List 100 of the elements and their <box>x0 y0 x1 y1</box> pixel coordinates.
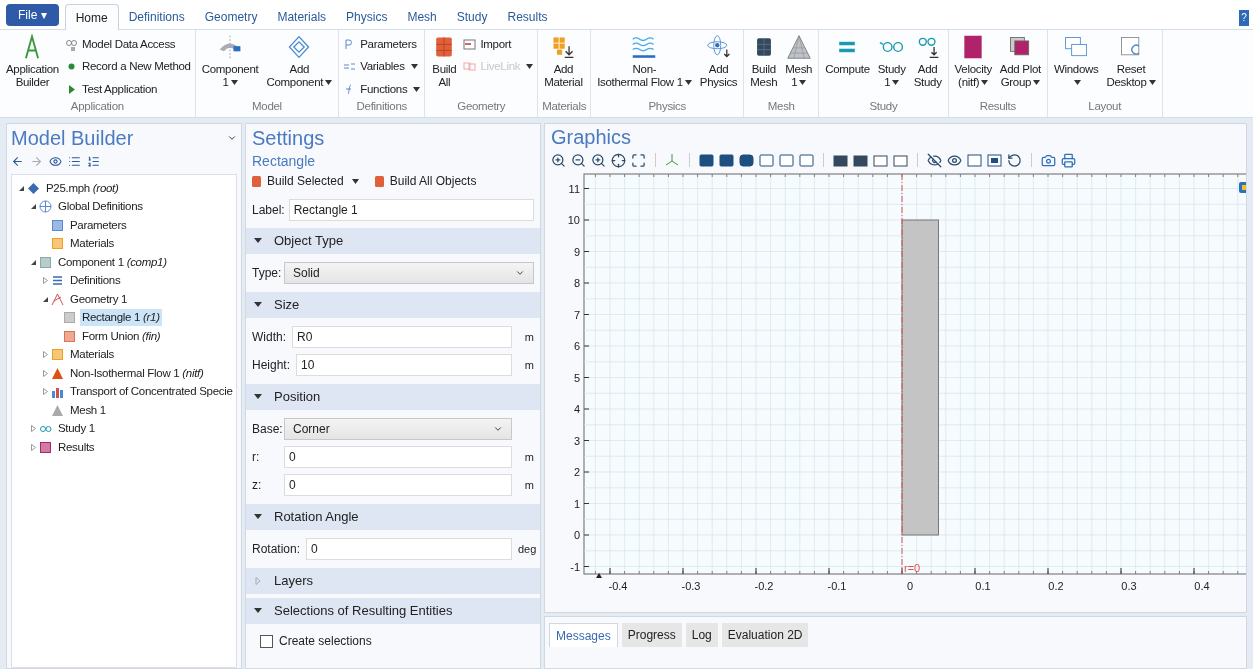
tree-item[interactable]: Component 1 (comp1) <box>56 253 169 271</box>
ribbon-menu-item[interactable]: Parameters <box>343 36 421 54</box>
input-field[interactable]: Rectangle 1 <box>288 199 534 221</box>
ribbon-button[interactable]: Application Builder <box>4 34 61 89</box>
menu-tab[interactable]: Results <box>497 4 558 30</box>
expand-arrow-icon[interactable] <box>30 425 37 433</box>
back-icon[interactable] <box>11 154 24 168</box>
ribbon-button[interactable]: Add Study <box>911 34 944 89</box>
panel-tab[interactable]: Progress <box>621 623 682 647</box>
zoom-extents-icon[interactable] <box>631 152 646 168</box>
ribbon-menu-item[interactable]: Test Application <box>64 80 191 98</box>
ribbon-button[interactable]: Component 1 <box>199 34 261 89</box>
menu-tab[interactable]: Geometry <box>194 4 268 30</box>
zoom-out-icon[interactable] <box>571 152 586 168</box>
input-field[interactable]: R0 <box>292 326 512 348</box>
menu-tab[interactable]: Mesh <box>397 4 447 30</box>
ribbon-button[interactable]: Build Mesh <box>748 34 780 89</box>
menu-tab[interactable]: Physics <box>336 4 398 30</box>
tree-item[interactable]: Transport of Concentrated Specie <box>68 383 235 401</box>
zoom-in-icon[interactable] <box>551 152 566 168</box>
tree-item[interactable]: Global Definitions <box>56 198 145 216</box>
print-icon[interactable] <box>1061 152 1076 168</box>
ribbon-button[interactable]: Non- Isothermal Flow 1 <box>595 34 694 89</box>
camera-icon[interactable] <box>1041 152 1056 168</box>
input-field[interactable]: 0 <box>284 446 512 468</box>
input-field[interactable]: 10 <box>296 354 512 376</box>
panel-menu-icon[interactable] <box>227 133 237 143</box>
selection-icon[interactable] <box>853 152 868 168</box>
toolbar-button[interactable]: Build Selected <box>252 172 359 190</box>
list-icon[interactable] <box>68 154 81 168</box>
reset-icon[interactable] <box>1007 152 1022 168</box>
menu-tab[interactable]: Materials <box>267 4 337 30</box>
eye-icon[interactable] <box>49 154 62 168</box>
toolbar-button[interactable]: Build All Objects <box>374 172 477 190</box>
tree-item[interactable]: Study 1 <box>56 420 97 438</box>
tree-item[interactable]: Geometry 1 <box>68 290 130 308</box>
ribbon-button[interactable]: Mesh 1 <box>783 34 815 89</box>
section-header[interactable]: Object Type <box>246 228 540 254</box>
axes-icon[interactable] <box>665 152 680 168</box>
expand-arrow-icon[interactable] <box>42 369 49 377</box>
tree-item[interactable]: Non-Isothermal Flow 1 (nitf) <box>68 364 206 382</box>
panel-tab[interactable]: Log <box>685 623 718 647</box>
expand-arrow-icon[interactable] <box>42 388 49 396</box>
section-header[interactable]: Selections of Resulting Entities <box>246 598 540 624</box>
crosshair-icon[interactable] <box>611 152 626 168</box>
section-header[interactable]: Rotation Angle <box>246 504 540 530</box>
ribbon-menu-item[interactable]: Model Data Access <box>64 36 191 54</box>
tree-item[interactable]: Mesh 1 <box>68 401 108 419</box>
tree-item[interactable]: Materials <box>68 346 116 364</box>
section-header[interactable]: Position <box>246 384 540 410</box>
render-mode-icon[interactable] <box>719 152 734 168</box>
ribbon-button[interactable]: Reset Desktop <box>1104 34 1158 89</box>
zoom-box-icon[interactable] <box>591 152 606 168</box>
expand-arrow-icon[interactable] <box>42 277 49 285</box>
menu-tab[interactable]: Definitions <box>118 4 195 30</box>
tree-item[interactable]: Rectangle 1 (r1) <box>80 309 162 327</box>
panel-tab[interactable]: Evaluation 2D <box>721 623 809 647</box>
checkbox[interactable] <box>260 634 273 648</box>
menu-tab[interactable]: Home <box>64 4 119 30</box>
section-header[interactable]: Size <box>246 292 540 318</box>
expand-arrow-icon[interactable] <box>42 351 49 359</box>
ribbon-button[interactable]: Windows <box>1051 34 1101 89</box>
panel-tab[interactable]: Messages <box>549 623 618 647</box>
dropdown[interactable]: Corner <box>284 418 512 440</box>
input-field[interactable]: 0 <box>306 538 512 560</box>
ribbon-button[interactable]: Add Component <box>264 34 335 89</box>
dropdown[interactable]: Solid <box>284 262 534 284</box>
ribbon-button[interactable]: Velocity (nitf) <box>952 34 994 89</box>
ribbon-button[interactable]: Study 1 <box>875 34 908 89</box>
ribbon-button[interactable]: Add Physics <box>697 34 740 89</box>
collapse-arrow-icon[interactable] <box>30 258 37 266</box>
help-button[interactable]: ? <box>1239 10 1249 26</box>
show-icon[interactable] <box>947 152 962 168</box>
tree-item[interactable]: Results <box>56 438 97 456</box>
selection-icon[interactable] <box>833 152 848 168</box>
input-field[interactable]: 0 <box>284 474 512 496</box>
collapse-arrow-icon[interactable] <box>42 295 49 303</box>
tree-item[interactable]: Definitions <box>68 272 123 290</box>
render-mode-icon[interactable] <box>739 152 754 168</box>
tree-item[interactable]: P25.mph (root) <box>44 179 121 197</box>
ribbon-menu-item[interactable]: Variables <box>343 58 421 76</box>
section-header[interactable]: Layers <box>246 568 540 594</box>
collapse-arrow-icon[interactable] <box>30 203 37 211</box>
tree-item[interactable]: Form Union (fin) <box>80 327 163 345</box>
collapse-arrow-icon[interactable] <box>18 184 25 192</box>
tree-item[interactable]: Parameters <box>68 216 129 234</box>
tree-item[interactable]: Materials <box>68 235 116 253</box>
ribbon-button[interactable]: Add Material <box>542 34 585 89</box>
ribbon-menu-item[interactable]: Record a New Method <box>64 58 191 76</box>
file-button[interactable]: File ▾ <box>6 4 59 26</box>
hide-icon[interactable] <box>927 152 942 168</box>
menu-tab[interactable]: Study <box>446 4 498 30</box>
ribbon-button[interactable]: Add Plot Group <box>997 34 1043 89</box>
ribbon-button[interactable]: Build All <box>429 34 460 89</box>
view-icon[interactable] <box>1239 182 1246 193</box>
ribbon-button[interactable]: Compute <box>823 34 872 76</box>
sort-icon[interactable] <box>87 154 100 168</box>
ribbon-menu-item[interactable]: Functions <box>343 80 421 98</box>
window-icon[interactable] <box>987 152 1002 168</box>
render-mode-icon[interactable] <box>699 152 714 168</box>
